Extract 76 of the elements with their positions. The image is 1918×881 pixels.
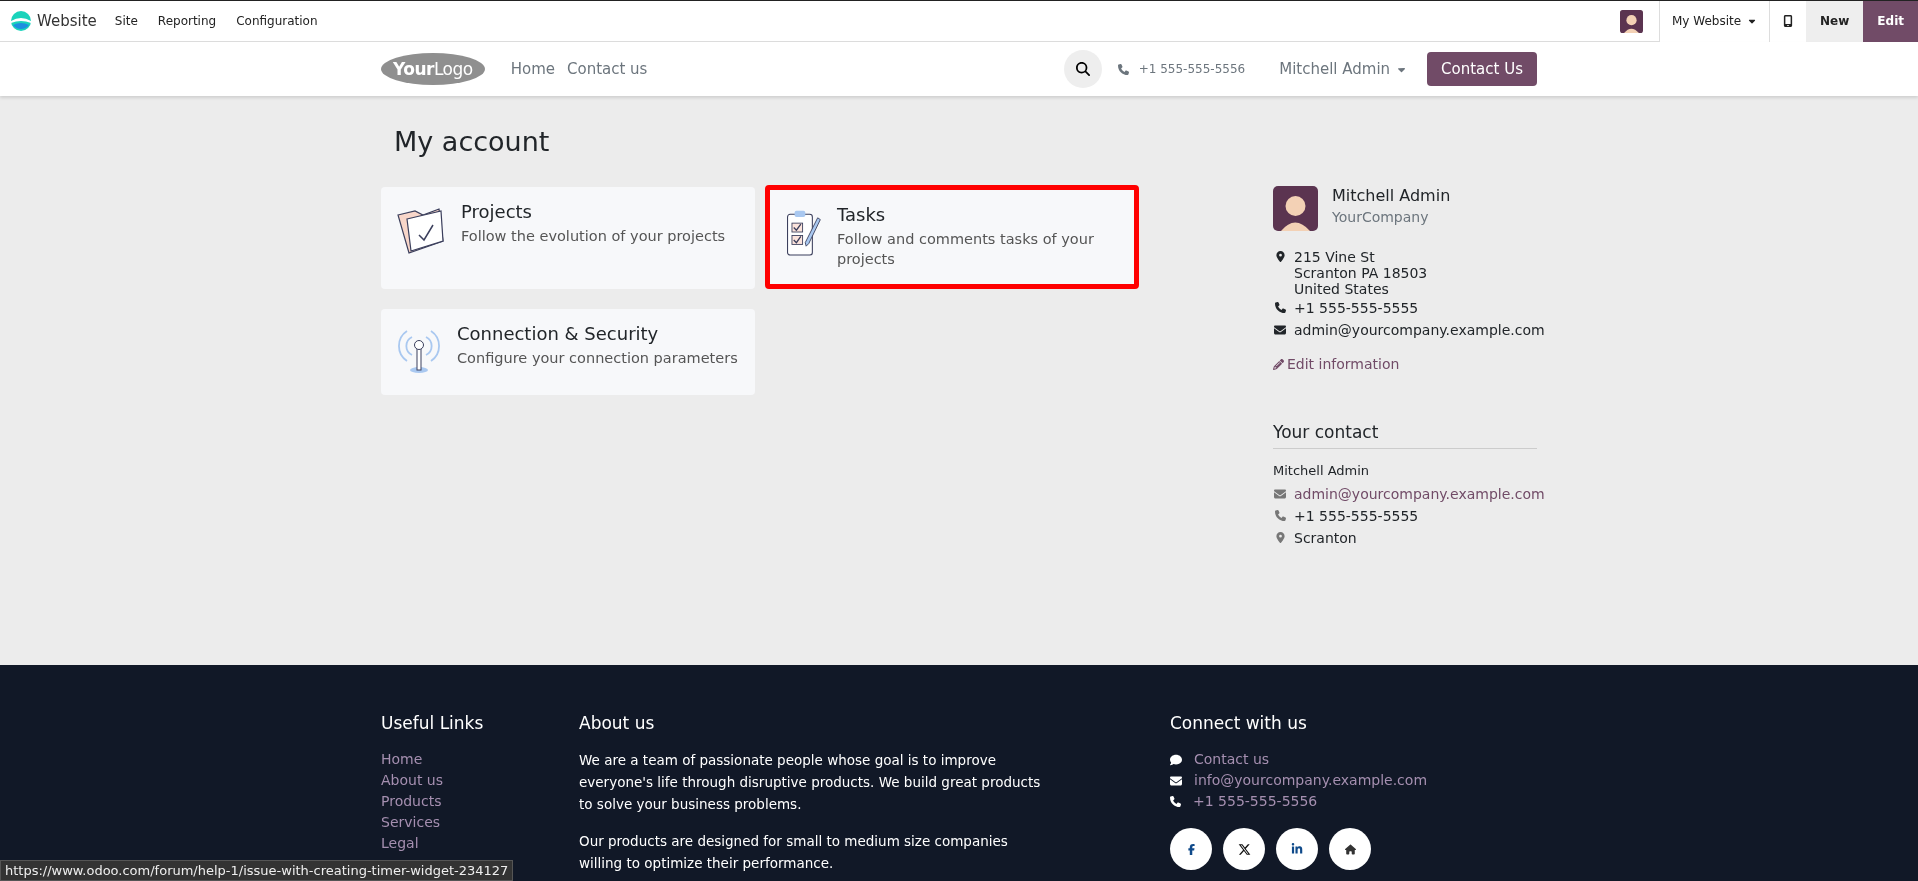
contact-city: Scranton — [1294, 530, 1357, 546]
footer-link[interactable]: About us — [381, 770, 579, 791]
app-name[interactable]: Website — [37, 12, 97, 30]
linkedin-icon — [1291, 843, 1303, 855]
user-menu[interactable]: Mitchell Admin — [1273, 59, 1414, 79]
profile-company: YourCompany — [1332, 209, 1430, 225]
phone-number: +1 555-555-5556 — [1138, 62, 1246, 76]
search-button[interactable] — [1063, 50, 1102, 88]
home-icon — [1344, 843, 1356, 855]
new-button[interactable]: New — [1806, 0, 1864, 42]
contact-email-link[interactable]: admin@yourcompany.example.com — [1294, 486, 1545, 502]
location-icon — [1274, 251, 1286, 262]
card-title: Tasks — [837, 204, 887, 225]
account-card[interactable]: Projects Follow the evolution of your projects — [381, 187, 755, 289]
menu-item[interactable]: Site — [114, 14, 138, 28]
chat-icon — [1170, 753, 1182, 766]
search-icon — [1075, 62, 1090, 76]
social-button[interactable] — [1223, 828, 1265, 870]
contact-name: Mitchell Admin — [1273, 463, 1371, 478]
footer-heading: About us — [579, 713, 656, 733]
social-button[interactable] — [1170, 828, 1212, 870]
link-status-tooltip: https://www.odoo.com/forum/help-1/issue-with-creating-timer-widget-234127 — [0, 860, 514, 881]
about-paragraph: Our products are designed for small to medium size companies willing to optimize their performance. — [579, 832, 1009, 873]
footer-link[interactable]: Legal — [381, 833, 579, 854]
menu-item[interactable]: Configuration — [236, 14, 318, 28]
phone-icon — [1274, 510, 1286, 521]
card-title: Projects — [461, 201, 533, 222]
social-button[interactable] — [1276, 828, 1318, 870]
footer-link[interactable]: Services — [381, 812, 579, 833]
address-line: United States — [1294, 281, 1390, 297]
footer-link[interactable]: Products — [381, 791, 579, 812]
profile-email: admin@yourcompany.example.com — [1294, 322, 1545, 338]
account-card[interactable]: Connection & Security Configure your connection parameters — [381, 308, 755, 395]
phone-icon — [1117, 63, 1129, 75]
card-description: Follow and comments tasks of your projects — [837, 230, 1095, 270]
mail-icon — [1170, 774, 1182, 787]
phone-icon — [1170, 796, 1181, 807]
social-button[interactable] — [1329, 828, 1371, 870]
page-title: My account — [394, 126, 551, 157]
card-title: Connection & Security — [457, 322, 660, 344]
connect-link[interactable]: +1 555-555-5556 — [1193, 791, 1318, 812]
address-line: Scranton PA 18503 — [1294, 265, 1428, 281]
company-logo[interactable]: YourLogo — [381, 53, 485, 85]
mail-icon — [1274, 488, 1286, 500]
profile-phone: +1 555-555-5555 — [1294, 300, 1419, 316]
edit-information-link[interactable]: Edit information — [1287, 356, 1400, 372]
card-description: Follow the evolution of your projects — [461, 227, 726, 246]
footer-link[interactable]: Home — [381, 749, 579, 770]
contact-phone: +1 555-555-5555 — [1294, 508, 1419, 524]
phone-icon — [1274, 302, 1286, 313]
menu-item[interactable]: Reporting — [157, 14, 217, 28]
nav-link[interactable]: Contact us — [567, 60, 648, 78]
mobile-preview-button[interactable] — [1769, 0, 1807, 42]
mail-icon — [1274, 324, 1286, 336]
account-card[interactable]: Tasks Follow and comments tasks of your projects — [765, 185, 1139, 289]
connect-link[interactable]: info@yourcompany.example.com — [1194, 770, 1428, 791]
website-switcher[interactable]: My Website — [1658, 0, 1770, 42]
mobile-icon — [1782, 15, 1795, 27]
pencil-icon — [1273, 359, 1284, 370]
section-heading: Your contact — [1273, 422, 1537, 449]
nav-link[interactable]: Home — [510, 60, 555, 78]
about-paragraph: We are a team of passionate people whose goal is to improve everyone's life through disruptive products. We build great products to solve your business problems. — [579, 751, 1042, 814]
profile-name: Mitchell Admin — [1332, 186, 1451, 205]
profile-avatar — [1273, 186, 1318, 231]
x-icon — [1237, 842, 1251, 856]
card-description: Configure your connection parameters — [457, 348, 738, 368]
location-icon — [1274, 532, 1286, 543]
address-line: 215 Vine St — [1294, 249, 1376, 265]
footer-heading: Connect with us — [1170, 713, 1308, 733]
facebook-icon — [1185, 843, 1197, 855]
contact-us-button[interactable]: Contact Us — [1427, 52, 1537, 86]
edit-button[interactable]: Edit — [1863, 0, 1918, 42]
app-logo-icon — [11, 11, 31, 31]
footer-heading: Useful Links — [381, 713, 485, 733]
connect-link[interactable]: Contact us — [1194, 749, 1270, 770]
user-avatar[interactable] — [1619, 9, 1643, 33]
